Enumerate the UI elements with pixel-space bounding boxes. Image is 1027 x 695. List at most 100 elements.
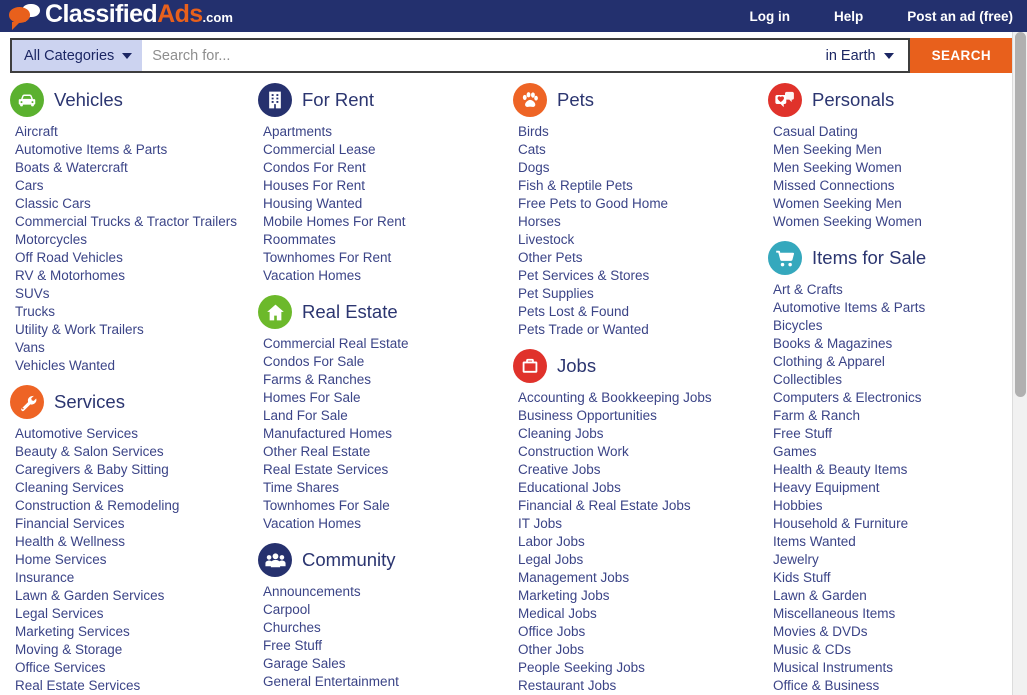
- category-link[interactable]: Medical Jobs: [513, 605, 768, 623]
- category-link[interactable]: Homes For Sale: [258, 389, 513, 407]
- category-link[interactable]: Livestock: [513, 231, 768, 249]
- category-link[interactable]: Commercial Real Estate: [258, 335, 513, 353]
- category-link[interactable]: Fish & Reptile Pets: [513, 177, 768, 195]
- category-link[interactable]: People Seeking Jobs: [513, 659, 768, 677]
- category-link[interactable]: Commercial Trucks & Tractor Trailers: [10, 213, 258, 231]
- category-group-header[interactable]: For Rent: [258, 79, 513, 121]
- category-link[interactable]: Restaurant Jobs: [513, 677, 768, 695]
- category-group-header[interactable]: Personals: [768, 79, 1023, 121]
- category-link[interactable]: Marketing Services: [10, 623, 258, 641]
- category-link[interactable]: Motorcycles: [10, 231, 258, 249]
- page-scrollbar-thumb[interactable]: [1015, 32, 1026, 397]
- category-link[interactable]: Commercial Lease: [258, 141, 513, 159]
- category-link[interactable]: Home Services: [10, 551, 258, 569]
- category-link[interactable]: Jewelry: [768, 551, 1023, 569]
- category-link[interactable]: Moving & Storage: [10, 641, 258, 659]
- category-link[interactable]: Men Seeking Women: [768, 159, 1023, 177]
- category-link[interactable]: Cleaning Services: [10, 479, 258, 497]
- category-link[interactable]: Houses For Rent: [258, 177, 513, 195]
- category-link[interactable]: Financial & Real Estate Jobs: [513, 497, 768, 515]
- category-link[interactable]: Townhomes For Rent: [258, 249, 513, 267]
- category-link[interactable]: Computers & Electronics: [768, 389, 1023, 407]
- category-link[interactable]: Pets Trade or Wanted: [513, 321, 768, 339]
- category-link[interactable]: Pet Supplies: [513, 285, 768, 303]
- category-link[interactable]: Legal Services: [10, 605, 258, 623]
- category-link[interactable]: Men Seeking Men: [768, 141, 1023, 159]
- category-link[interactable]: Cars: [10, 177, 258, 195]
- category-group-header[interactable]: Items for Sale: [768, 237, 1023, 279]
- category-link[interactable]: Caregivers & Baby Sitting: [10, 461, 258, 479]
- category-link[interactable]: Townhomes For Sale: [258, 497, 513, 515]
- category-link[interactable]: Free Pets to Good Home: [513, 195, 768, 213]
- category-link[interactable]: Women Seeking Women: [768, 213, 1023, 231]
- category-link[interactable]: Dogs: [513, 159, 768, 177]
- category-link[interactable]: Books & Magazines: [768, 335, 1023, 353]
- category-link[interactable]: Condos For Rent: [258, 159, 513, 177]
- category-link[interactable]: Utility & Work Trailers: [10, 321, 258, 339]
- category-link[interactable]: Free Stuff: [258, 637, 513, 655]
- category-link[interactable]: Trucks: [10, 303, 258, 321]
- category-link[interactable]: Hobbies: [768, 497, 1023, 515]
- category-link[interactable]: Time Shares: [258, 479, 513, 497]
- category-link[interactable]: Labor Jobs: [513, 533, 768, 551]
- category-link[interactable]: Women Seeking Men: [768, 195, 1023, 213]
- category-link[interactable]: RV & Motorhomes: [10, 267, 258, 285]
- category-link[interactable]: Vans: [10, 339, 258, 357]
- category-link[interactable]: Collectibles: [768, 371, 1023, 389]
- category-group-header[interactable]: Jobs: [513, 345, 768, 387]
- category-link[interactable]: Health & Beauty Items: [768, 461, 1023, 479]
- category-link[interactable]: General Entertainment: [258, 673, 513, 691]
- page-scrollbar-track[interactable]: [1012, 32, 1027, 695]
- login-link[interactable]: Log in: [727, 9, 812, 24]
- category-link[interactable]: Land For Sale: [258, 407, 513, 425]
- category-link[interactable]: Movies & DVDs: [768, 623, 1023, 641]
- category-link[interactable]: Aircraft: [10, 123, 258, 141]
- category-link[interactable]: Classic Cars: [10, 195, 258, 213]
- category-link[interactable]: Pet Services & Stores: [513, 267, 768, 285]
- category-link[interactable]: Automotive Services: [10, 425, 258, 443]
- category-link[interactable]: Management Jobs: [513, 569, 768, 587]
- category-link[interactable]: Boats & Watercraft: [10, 159, 258, 177]
- post-ad-link[interactable]: Post an ad (free): [885, 9, 1013, 24]
- category-link[interactable]: Farms & Ranches: [258, 371, 513, 389]
- category-link[interactable]: Art & Crafts: [768, 281, 1023, 299]
- category-link[interactable]: Automotive Items & Parts: [10, 141, 258, 159]
- category-group-header[interactable]: Services: [10, 381, 258, 423]
- category-link[interactable]: Manufactured Homes: [258, 425, 513, 443]
- category-link[interactable]: Beauty & Salon Services: [10, 443, 258, 461]
- category-link[interactable]: Construction Work: [513, 443, 768, 461]
- category-link[interactable]: Accounting & Bookkeeping Jobs: [513, 389, 768, 407]
- category-link[interactable]: Office Services: [10, 659, 258, 677]
- category-link[interactable]: Kids Stuff: [768, 569, 1023, 587]
- category-link[interactable]: Cleaning Jobs: [513, 425, 768, 443]
- category-link[interactable]: Other Pets: [513, 249, 768, 267]
- category-link[interactable]: Musical Instruments: [768, 659, 1023, 677]
- category-group-header[interactable]: Community: [258, 539, 513, 581]
- category-dropdown[interactable]: All Categories: [12, 40, 143, 71]
- category-link[interactable]: Garage Sales: [258, 655, 513, 673]
- category-link[interactable]: Real Estate Services: [258, 461, 513, 479]
- category-link[interactable]: Mobile Homes For Rent: [258, 213, 513, 231]
- category-link[interactable]: Lawn & Garden: [768, 587, 1023, 605]
- category-link[interactable]: Other Jobs: [513, 641, 768, 659]
- search-input[interactable]: [142, 40, 818, 71]
- category-link[interactable]: Insurance: [10, 569, 258, 587]
- category-link[interactable]: Vacation Homes: [258, 267, 513, 285]
- category-link[interactable]: Construction & Remodeling: [10, 497, 258, 515]
- search-button[interactable]: SEARCH: [909, 38, 1013, 73]
- category-link[interactable]: Marketing Jobs: [513, 587, 768, 605]
- category-link[interactable]: Pets Lost & Found: [513, 303, 768, 321]
- category-link[interactable]: Office Jobs: [513, 623, 768, 641]
- location-dropdown[interactable]: in Earth: [818, 40, 908, 71]
- category-link[interactable]: Heavy Equipment: [768, 479, 1023, 497]
- category-group-header[interactable]: Vehicles: [10, 79, 258, 121]
- category-link[interactable]: Missed Connections: [768, 177, 1023, 195]
- category-link[interactable]: Other Real Estate: [258, 443, 513, 461]
- category-link[interactable]: Legal Jobs: [513, 551, 768, 569]
- category-link[interactable]: Horses: [513, 213, 768, 231]
- help-link[interactable]: Help: [812, 9, 885, 24]
- category-link[interactable]: Farm & Ranch: [768, 407, 1023, 425]
- category-link[interactable]: Miscellaneous Items: [768, 605, 1023, 623]
- category-link[interactable]: Housing Wanted: [258, 195, 513, 213]
- category-link[interactable]: Music & CDs: [768, 641, 1023, 659]
